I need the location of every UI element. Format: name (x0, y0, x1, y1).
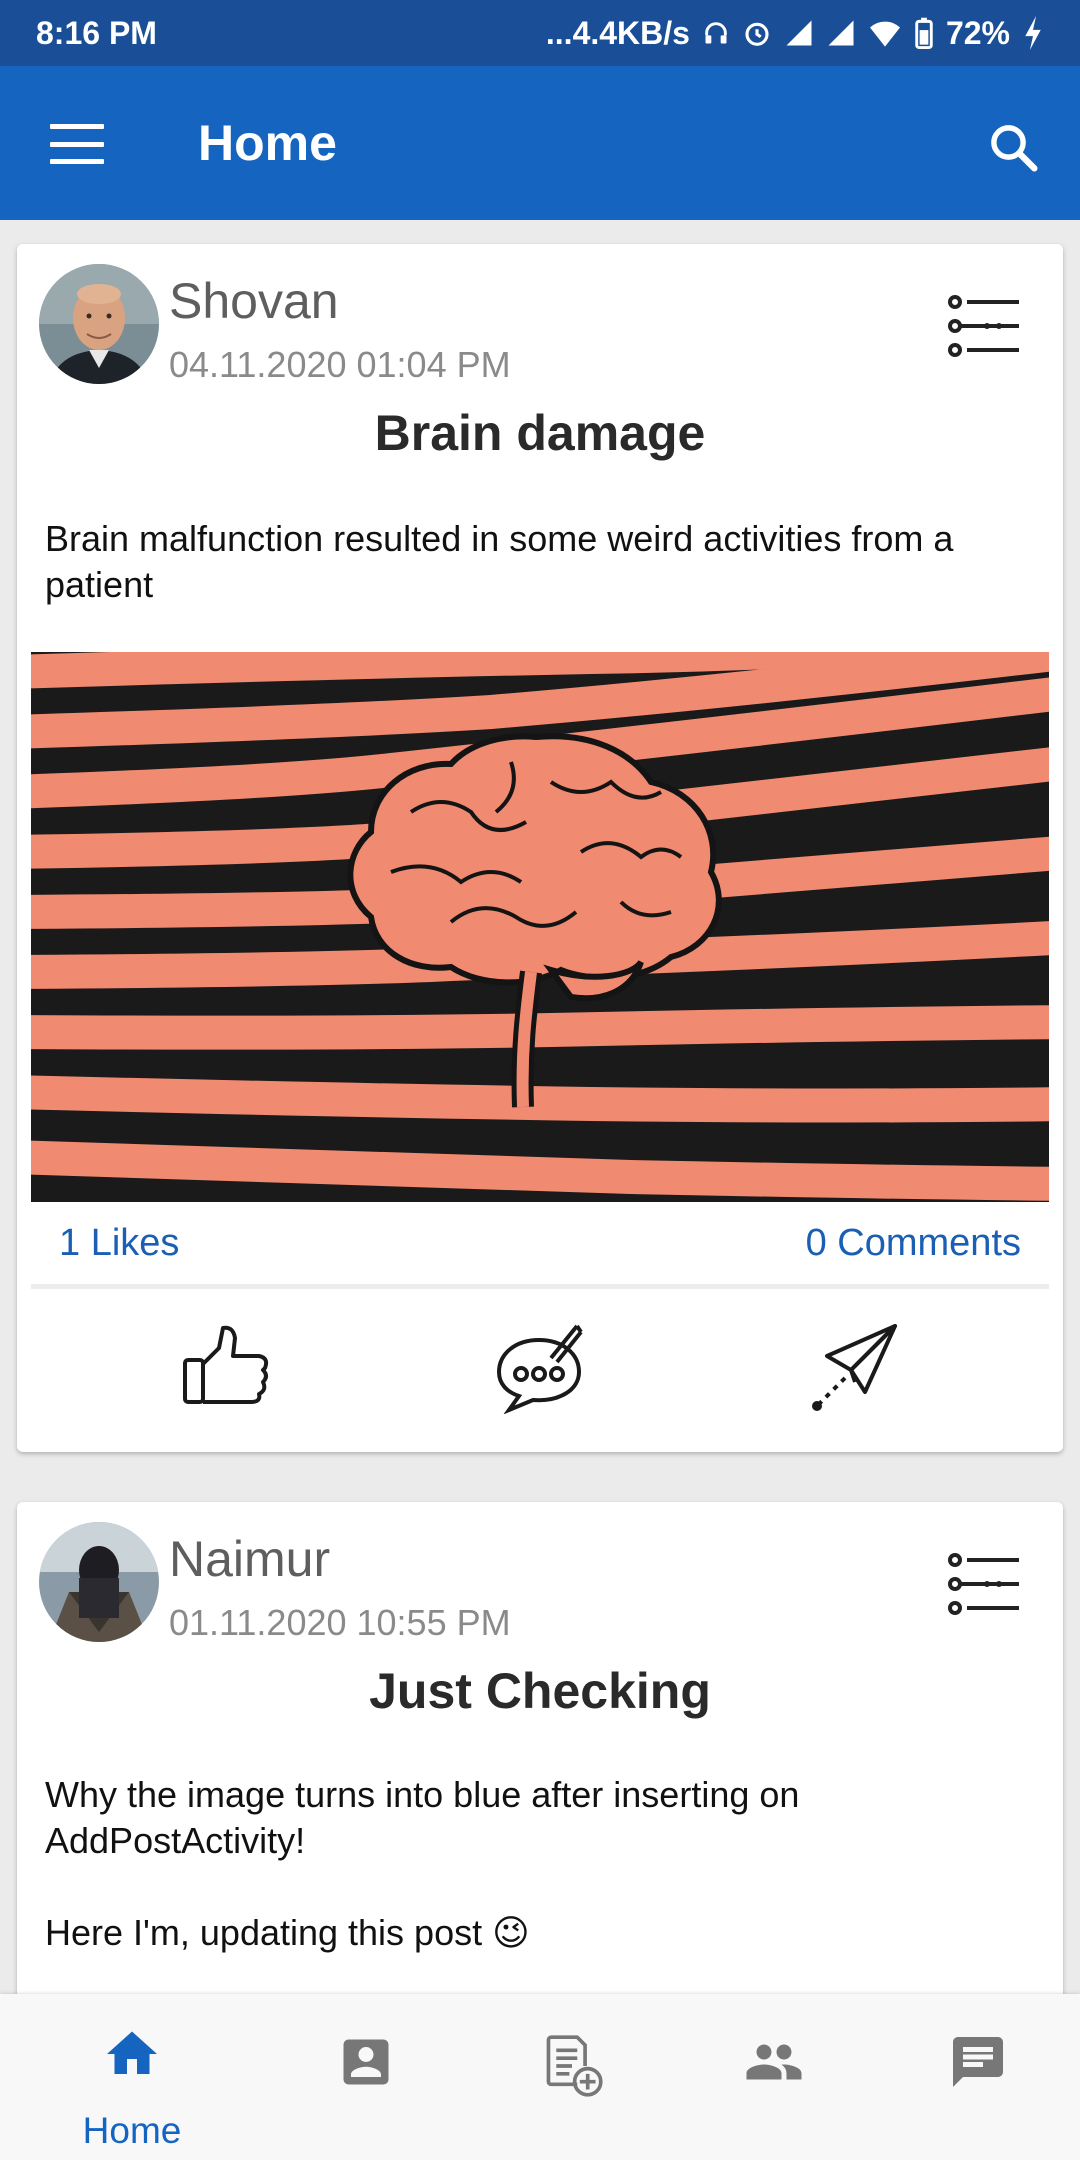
headphones-icon (702, 19, 730, 47)
nav-friends[interactable] (666, 1994, 882, 2160)
comment-icon[interactable] (491, 1318, 587, 1415)
post-options-icon[interactable] (947, 1552, 1021, 1616)
likes-count-link[interactable]: 1 Likes (59, 1222, 179, 1265)
status-indicators: ...4.4KB/s 72% (546, 15, 1044, 52)
post-image[interactable] (31, 652, 1049, 1202)
profile-icon (336, 2032, 396, 2092)
nav-profile[interactable] (258, 1994, 474, 2160)
alarm-icon (742, 18, 772, 48)
battery-icon (914, 17, 934, 49)
avatar[interactable] (39, 264, 159, 384)
home-icon (102, 2024, 162, 2084)
add-post-icon (538, 2032, 603, 2097)
message-icon (948, 2032, 1008, 2092)
status-time: 8:16 PM (36, 14, 157, 51)
friends-icon (744, 2032, 804, 2092)
charging-icon (1022, 16, 1044, 50)
post-author[interactable]: Naimur (169, 1530, 330, 1588)
post-title: Just Checking (369, 1663, 711, 1719)
bottom-navigation: Home (0, 1994, 1080, 2160)
like-icon[interactable] (177, 1318, 273, 1414)
wifi-icon (868, 18, 902, 48)
post-timestamp: 01.11.2020 10:55 PM (169, 1602, 511, 1643)
share-icon[interactable] (807, 1318, 903, 1414)
nav-home-label: Home (82, 2110, 182, 2151)
post-body: Why the image turns into blue after inse… (45, 1774, 800, 1953)
app-bar: Home (0, 66, 1080, 220)
nav-messages[interactable] (870, 1994, 1080, 2160)
battery-percent: 72% (945, 14, 1010, 51)
divider (31, 1284, 1049, 1289)
post-options-icon[interactable] (947, 294, 1021, 358)
post-card: Shovan 04.11.2020 01:04 PM Brain damage … (17, 244, 1063, 1452)
post-body: Brain malfunction resulted in some weird… (45, 518, 954, 605)
hamburger-menu-icon[interactable] (50, 124, 104, 164)
comments-count-link[interactable]: 0 Comments (806, 1222, 1021, 1265)
nav-home[interactable]: Home (24, 1994, 240, 2160)
signal-icon (826, 18, 856, 48)
network-speed: ...4.4KB/s (545, 14, 690, 51)
page-title: Home (198, 115, 337, 171)
post-title: Brain damage (374, 405, 706, 461)
nav-add-post[interactable] (460, 1994, 676, 2160)
search-icon[interactable] (986, 120, 1040, 174)
signal-icon (784, 18, 814, 48)
post-timestamp: 04.11.2020 01:04 PM (169, 344, 511, 385)
post-author[interactable]: Shovan (169, 272, 339, 330)
avatar[interactable] (39, 1522, 159, 1642)
status-bar: 8:16 PM ...4.4KB/s 72% (0, 0, 1080, 66)
